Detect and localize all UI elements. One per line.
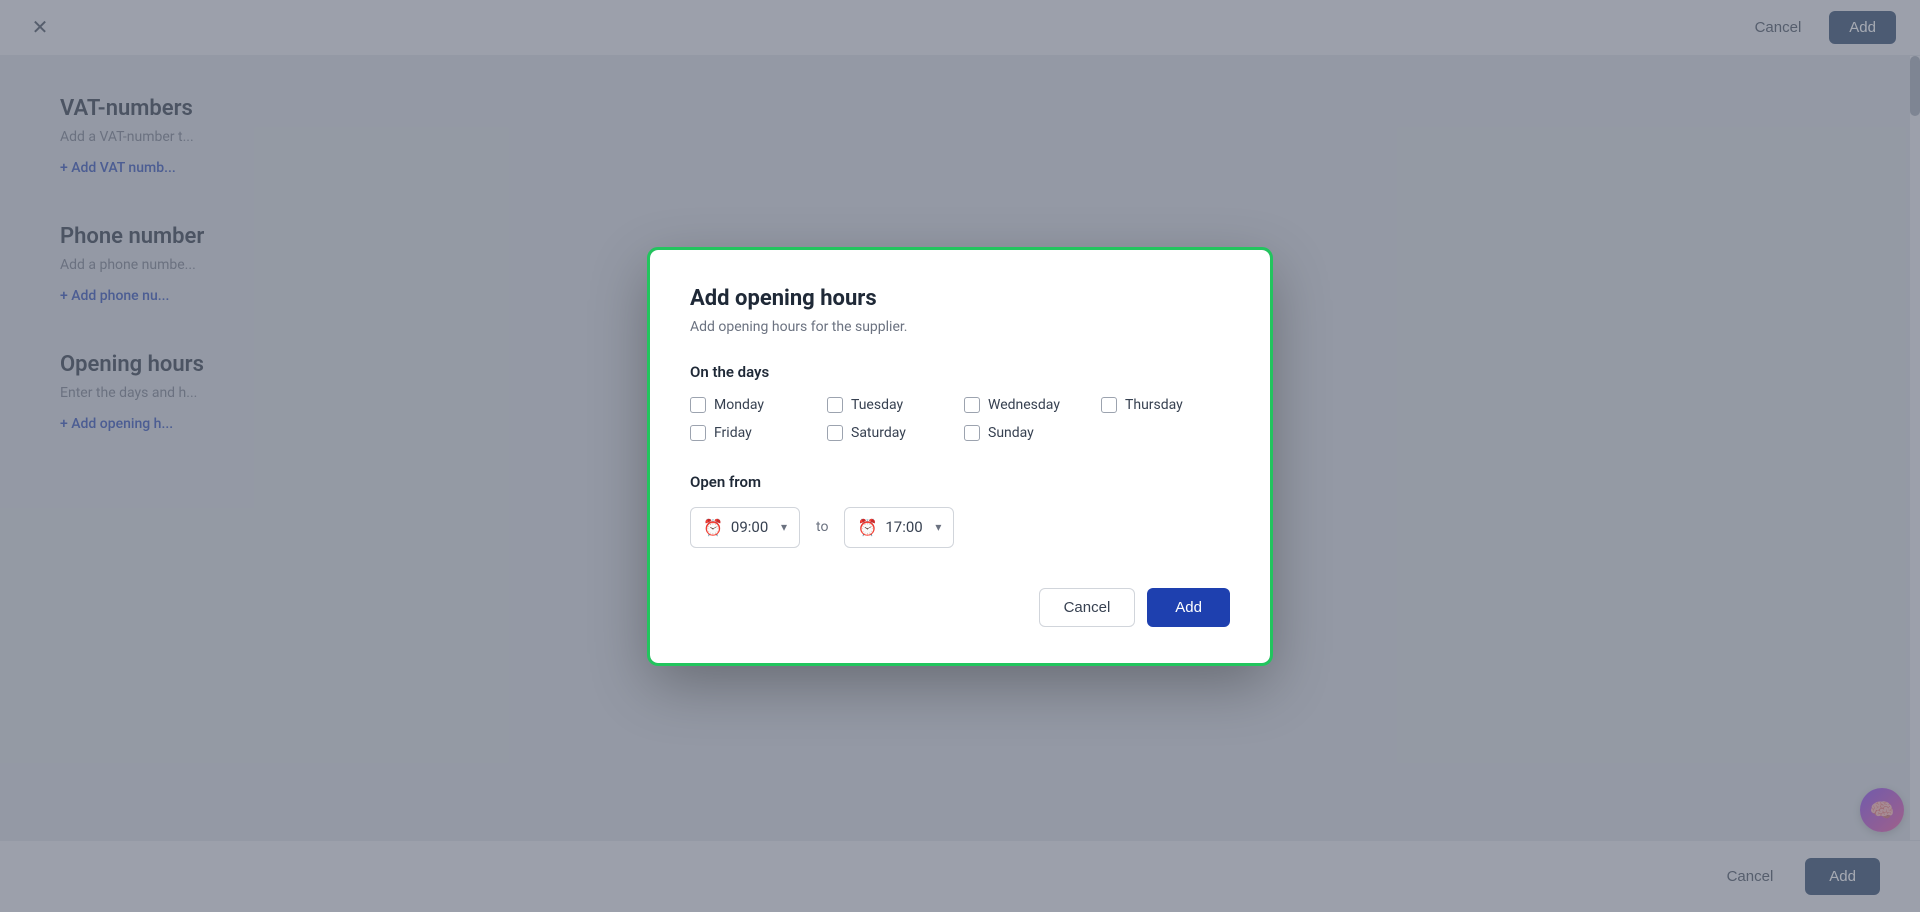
add-opening-hours-modal: Add opening hours Add opening hours for …	[650, 250, 1270, 663]
checkbox-monday[interactable]	[690, 397, 706, 413]
checkbox-thursday[interactable]	[1101, 397, 1117, 413]
day-item-monday[interactable]: Monday	[690, 397, 819, 413]
checkbox-wednesday[interactable]	[964, 397, 980, 413]
modal-subtitle: Add opening hours for the supplier.	[690, 319, 1230, 335]
end-chevron-icon: ▾	[935, 520, 941, 534]
checkbox-friday[interactable]	[690, 425, 706, 441]
on-the-days-label: On the days	[690, 363, 1230, 381]
day-label-thursday: Thursday	[1125, 397, 1183, 413]
checkbox-sunday[interactable]	[964, 425, 980, 441]
end-time-value: 17:00	[885, 518, 927, 536]
start-time-value: 09:00	[731, 518, 773, 536]
checkbox-tuesday[interactable]	[827, 397, 843, 413]
day-item-saturday[interactable]: Saturday	[827, 425, 956, 441]
day-item-thursday[interactable]: Thursday	[1101, 397, 1230, 413]
start-time-select[interactable]: ⏰ 09:00 ▾	[690, 507, 800, 548]
modal-overlay: Add opening hours Add opening hours for …	[0, 0, 1920, 912]
time-row: ⏰ 09:00 ▾ to ⏰ 17:00 ▾	[690, 507, 1230, 548]
day-item-tuesday[interactable]: Tuesday	[827, 397, 956, 413]
day-label-monday: Monday	[714, 397, 764, 413]
modal-title: Add opening hours	[690, 286, 1230, 311]
day-label-saturday: Saturday	[851, 425, 906, 441]
start-clock-icon: ⏰	[703, 518, 723, 537]
days-grid: Monday Tuesday Wednesday Thursday Friday	[690, 397, 1230, 441]
day-label-tuesday: Tuesday	[851, 397, 903, 413]
modal-footer: Cancel Add	[690, 588, 1230, 627]
modal-add-button[interactable]: Add	[1147, 588, 1230, 627]
open-from-label: Open from	[690, 473, 1230, 491]
to-label: to	[816, 519, 828, 535]
start-chevron-icon: ▾	[781, 520, 787, 534]
day-item-friday[interactable]: Friday	[690, 425, 819, 441]
modal-cancel-button[interactable]: Cancel	[1039, 588, 1136, 627]
day-label-friday: Friday	[714, 425, 752, 441]
day-label-wednesday: Wednesday	[988, 397, 1060, 413]
end-clock-icon: ⏰	[857, 518, 877, 537]
checkbox-saturday[interactable]	[827, 425, 843, 441]
day-item-sunday[interactable]: Sunday	[964, 425, 1093, 441]
day-label-sunday: Sunday	[988, 425, 1034, 441]
day-item-wednesday[interactable]: Wednesday	[964, 397, 1093, 413]
end-time-select[interactable]: ⏰ 17:00 ▾	[844, 507, 954, 548]
